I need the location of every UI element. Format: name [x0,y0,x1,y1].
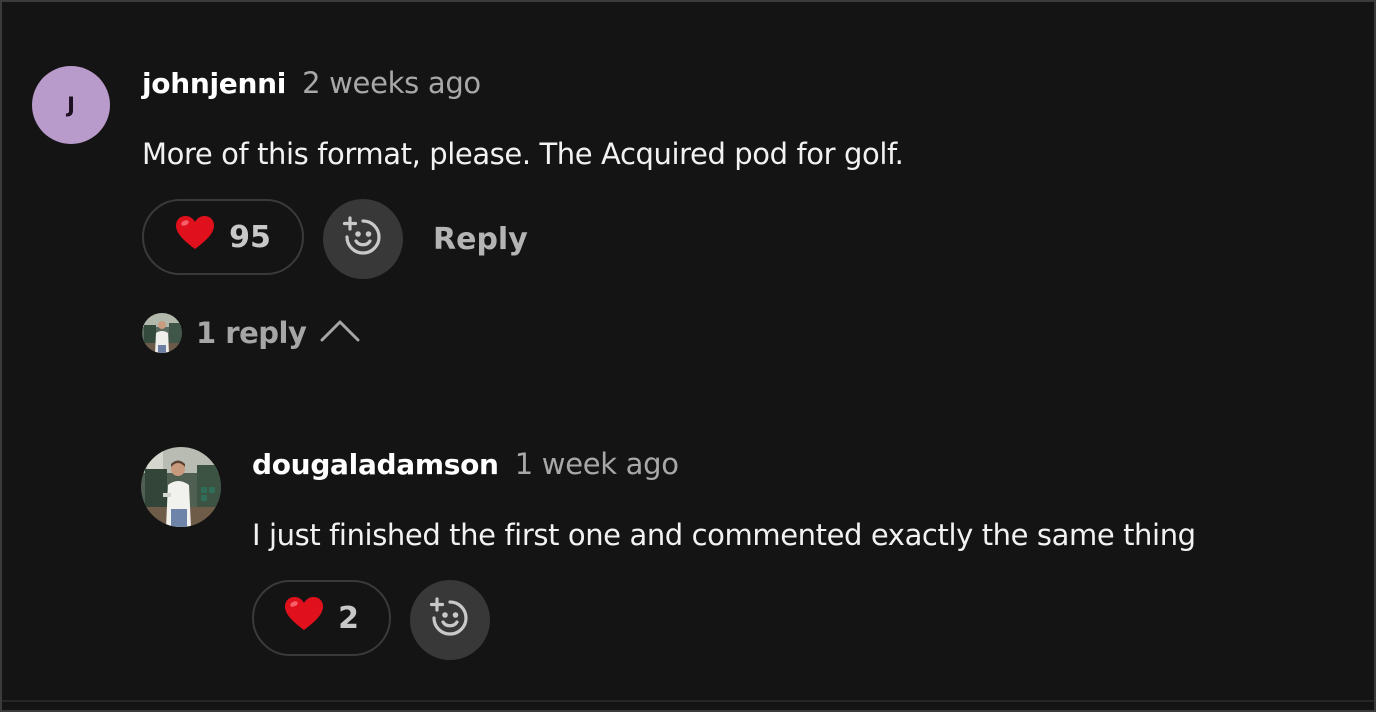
comment-body: More of this format, please. The Acquire… [142,137,904,171]
profile-photo [141,447,221,527]
like-count: 2 [338,600,359,636]
add-reaction-smiley-icon [341,215,385,263]
heart-emoji [284,596,324,640]
like-button[interactable]: 95 [142,199,304,275]
heart-emoji [175,215,215,259]
reply-avatar-thumbnail [142,313,182,353]
avatar[interactable]: J [32,66,110,144]
comments-panel: J johnjenni 2 weeks ago More of this for… [0,0,1376,712]
username[interactable]: johnjenni [142,67,286,100]
add-reaction-button[interactable] [323,199,403,279]
chevron-up-icon [320,319,360,347]
add-reaction-smiley-icon [428,596,472,644]
divider [2,700,1374,702]
like-button[interactable]: 2 [252,580,391,656]
timestamp[interactable]: 2 weeks ago [302,66,481,100]
comment-header: johnjenni 2 weeks ago [142,66,481,100]
replies-count: 1 reply [196,316,307,350]
reply-header: dougaladamson 1 week ago [252,447,679,481]
username[interactable]: dougaladamson [252,448,499,481]
replies-toggle[interactable]: 1 reply [142,313,360,353]
like-count: 95 [229,219,271,255]
timestamp[interactable]: 1 week ago [515,447,679,481]
avatar[interactable] [141,447,221,527]
reply-body: I just finished the first one and commen… [252,518,1196,552]
add-reaction-button[interactable] [410,580,490,660]
avatar-initial: J [67,93,75,117]
reply-button[interactable]: Reply [433,222,528,257]
